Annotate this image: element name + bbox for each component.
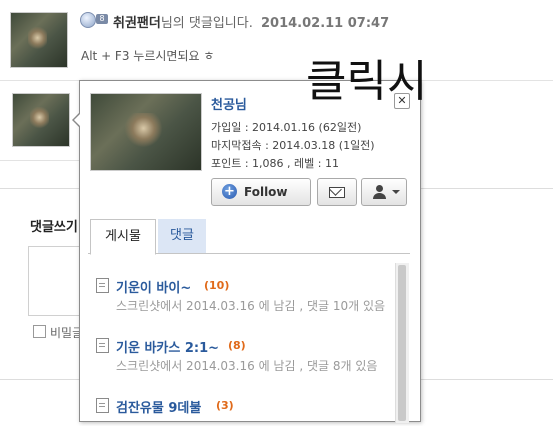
comment-datetime: 2014.02.11 07:47 bbox=[260, 16, 390, 31]
profile-last-access: 마지막접속 : 2014.03.18 (1일전) bbox=[211, 139, 375, 152]
user-icon bbox=[372, 184, 388, 200]
scrollbar-track[interactable] bbox=[395, 263, 409, 423]
close-button[interactable]: ✕ bbox=[394, 93, 410, 109]
envelope-flap bbox=[329, 183, 342, 196]
list-item[interactable]: 기운이 바이~ (10) 스크린샷에서 2014.03.16 에 남김 , 댓글… bbox=[94, 276, 390, 320]
document-icon bbox=[96, 338, 109, 353]
list-item[interactable]: 기운 바카스 2:1~ (8) 스크린샷에서 2014.03.16 에 남김 ,… bbox=[94, 336, 390, 380]
level-badge: 8 bbox=[96, 14, 108, 24]
plus-icon: + bbox=[222, 184, 237, 199]
profile-popup: 천공님 ✕ 가입일 : 2014.01.16 (62일전) 마지막접속 : 20… bbox=[79, 80, 421, 423]
post-meta: 스크린샷에서 2014.03.16 에 남김 , 댓글 10개 있음 bbox=[116, 299, 386, 313]
comment-form-title: 댓글쓰기 bbox=[30, 220, 78, 235]
user-menu-button[interactable] bbox=[361, 178, 407, 206]
tab-comments[interactable]: 댓글 bbox=[158, 219, 206, 253]
comment-header: 취권팬더님의 댓글입니다. 2014.02.11 07:47 bbox=[113, 12, 389, 31]
document-icon bbox=[96, 278, 109, 293]
tab-posts-label: 게시물 bbox=[105, 229, 141, 244]
commenter-avatar[interactable] bbox=[10, 12, 68, 68]
chevron-down-icon bbox=[392, 190, 400, 194]
post-title[interactable]: 검잔유물 9데불 bbox=[116, 397, 201, 416]
close-icon: ✕ bbox=[397, 94, 407, 107]
follow-button[interactable]: + Follow bbox=[211, 178, 311, 206]
post-comment-count: (3) bbox=[216, 399, 234, 412]
post-comment-count: (10) bbox=[204, 279, 230, 292]
profile-name[interactable]: 천공님 bbox=[211, 94, 247, 113]
comment-author[interactable]: 취권팬더 bbox=[113, 16, 161, 31]
secret-checkbox[interactable] bbox=[33, 325, 46, 338]
document-icon bbox=[96, 398, 109, 413]
list-item[interactable]: 검잔유물 9데불 (3) bbox=[94, 396, 390, 426]
user-icon-body bbox=[373, 193, 386, 199]
post-title[interactable]: 기운 바카스 2:1~ bbox=[116, 337, 219, 356]
reply-avatar[interactable] bbox=[12, 93, 70, 147]
profile-avatar bbox=[90, 93, 202, 171]
user-icon-head bbox=[376, 185, 383, 192]
envelope-icon bbox=[329, 183, 345, 198]
rank-icon bbox=[80, 12, 96, 28]
post-title[interactable]: 기운이 바이~ bbox=[116, 277, 191, 296]
scrollbar-thumb[interactable] bbox=[398, 265, 406, 421]
popup-pointer-inner bbox=[74, 113, 81, 127]
post-list: 기운이 바이~ (10) 스크린샷에서 2014.03.16 에 남김 , 댓글… bbox=[94, 276, 390, 426]
profile-points-level: 포인트 : 1,086 , 레벨 : 11 bbox=[211, 157, 339, 170]
post-comment-count: (8) bbox=[228, 339, 246, 352]
profile-join-date: 가입일 : 2014.01.16 (62일전) bbox=[211, 121, 362, 134]
tab-comments-label: 댓글 bbox=[170, 228, 194, 243]
follow-label: Follow bbox=[244, 185, 288, 199]
tab-posts[interactable]: 게시물 bbox=[90, 219, 156, 255]
post-meta: 스크린샷에서 2014.03.16 에 남김 , 댓글 8개 있음 bbox=[116, 359, 378, 373]
comment-body: Alt + F3 누르시면되요 ㅎ bbox=[81, 49, 215, 63]
comment-author-suffix: 님의 댓글입니다. bbox=[160, 16, 253, 31]
message-button[interactable] bbox=[317, 178, 357, 206]
comment-divider-2 bbox=[0, 160, 80, 161]
